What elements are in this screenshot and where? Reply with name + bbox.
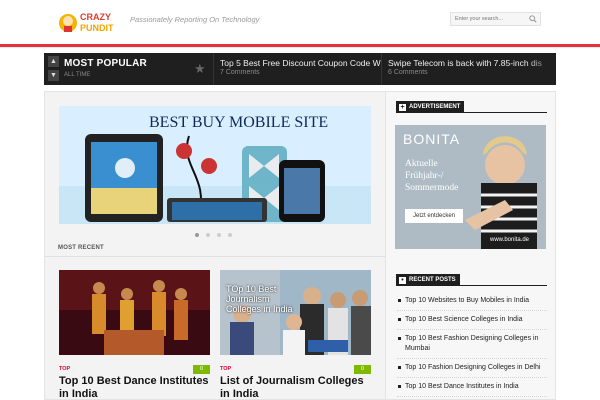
section-divider (44, 256, 386, 257)
recent-post-link[interactable]: Top 10 Best Dance Institutes in India (397, 378, 547, 397)
popular-fade (526, 53, 556, 85)
star-icon: ★ (194, 61, 206, 76)
article-category[interactable]: TOP (59, 366, 70, 372)
popular-arrows: ▲ ▼ (48, 56, 59, 82)
comment-count-badge[interactable]: 0 (354, 365, 371, 374)
comment-count-badge[interactable]: 0 (193, 365, 210, 374)
ad-text-line: Aktuelle (405, 159, 438, 169)
widget-underline (396, 285, 547, 286)
article-thumbnail[interactable] (59, 270, 210, 355)
ad-brand: BONITA (403, 131, 461, 147)
slider-image[interactable]: BEST BUY MOBILE SITE (59, 106, 371, 224)
ad-cta-button[interactable]: Jetzt entdecken (405, 209, 463, 223)
article-title[interactable]: List of Journalism Colleges in India (220, 375, 371, 400)
ad-text-line: Sommermode (405, 183, 459, 193)
recent-post-link[interactable]: Top 10 Fashion Designing Colleges in Del… (397, 359, 547, 378)
slider-dot[interactable] (217, 233, 221, 237)
advertisement-label: ADVERTISEMENT (409, 104, 461, 110)
recent-post-link[interactable]: Top 10 Websites to Buy Mobiles in India (397, 292, 547, 311)
slider-pagination (195, 224, 239, 242)
advertisement-banner[interactable]: BONITA Aktuelle Frühjahr-/ Sommermode Je… (395, 125, 546, 249)
most-recent-heading: MOST RECENT (58, 245, 104, 251)
popular-title: MOST POPULAR (64, 58, 147, 69)
slider-dot[interactable] (206, 233, 210, 237)
popular-prev-button[interactable]: ▲ (48, 56, 59, 67)
clock-icon: • (399, 277, 406, 284)
logo-line1: CRAZY (80, 12, 111, 22)
article-category[interactable]: TOP (220, 366, 231, 372)
slider-title: BEST BUY MOBILE SITE (149, 114, 328, 131)
widget-underline (396, 112, 547, 113)
site-header: CRAZY PUNDIT Passionately Reporting On T… (0, 0, 600, 44)
plus-icon: + (399, 104, 406, 111)
featured-slider[interactable]: BEST BUY MOBILE SITE (59, 106, 371, 224)
slider-dot[interactable] (228, 233, 232, 237)
article-title[interactable]: Top 10 Best Dance Institutes in India (59, 375, 210, 400)
popular-next-button[interactable]: ▼ (48, 70, 59, 81)
logo-line2: PUNDIT (80, 23, 114, 33)
recent-posts-list: Top 10 Websites to Buy Mobiles in India … (397, 292, 547, 397)
recent-posts-label: RECENT POSTS (409, 277, 456, 283)
search-icon[interactable] (529, 15, 537, 23)
thumbnail-caption: TOp 10 Best Journalism Colleges in India (226, 284, 293, 314)
site-tagline: Passionately Reporting On Technology (130, 15, 260, 24)
article-thumbnail[interactable]: TOp 10 Best Journalism Colleges in India (220, 270, 371, 355)
popular-item[interactable]: Top 5 Best Free Discount Coupon Code W 7… (213, 53, 385, 85)
ad-url: www.bonita.de (490, 237, 530, 243)
recent-post-link[interactable]: Top 10 Best Fashion Designing Colleges i… (397, 330, 547, 359)
ad-text-line: Frühjahr-/ (405, 171, 444, 181)
recent-post-link[interactable]: Top 10 Best Science Colleges in India (397, 311, 547, 330)
header-shadow (0, 47, 600, 48)
search-box (450, 12, 541, 26)
search-input[interactable] (451, 13, 529, 25)
site-logo[interactable]: CRAZY PUNDIT (58, 8, 120, 36)
slider-dot[interactable] (195, 233, 199, 237)
popular-subtitle: ALL TIME (64, 72, 91, 78)
popular-item-comments: 7 Comments (220, 69, 260, 76)
popular-item-title[interactable]: Top 5 Best Free Discount Coupon Code W (220, 58, 385, 68)
page: CRAZY PUNDIT Passionately Reporting On T… (0, 0, 600, 400)
most-popular-bar: ▲ ▼ MOST POPULAR ALL TIME ★ Top 5 Best F… (44, 53, 556, 85)
